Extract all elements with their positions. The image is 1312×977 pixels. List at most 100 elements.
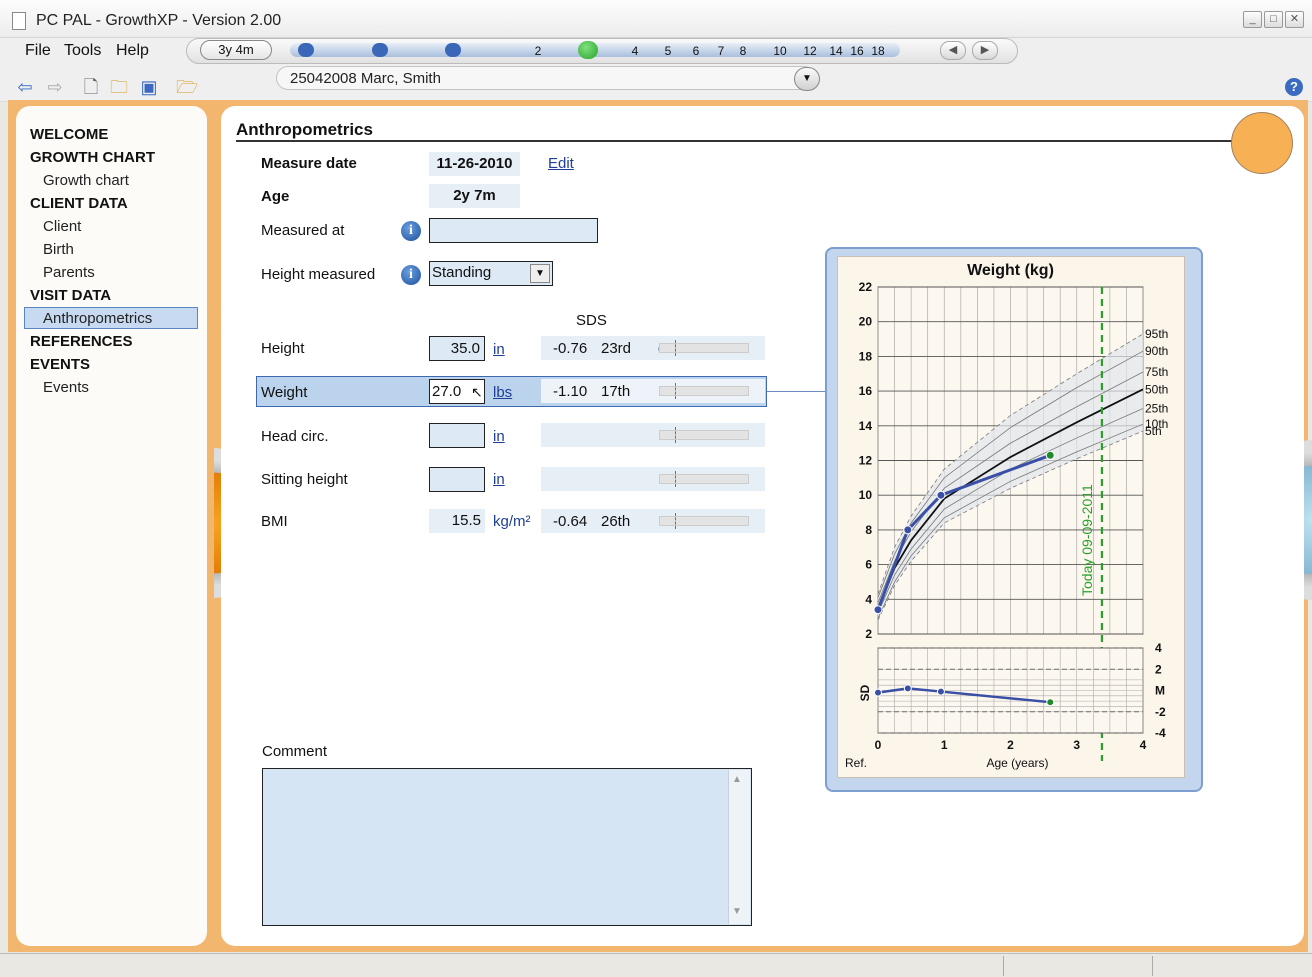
menu-file[interactable]: File xyxy=(25,42,51,60)
menu-help[interactable]: Help xyxy=(116,42,149,60)
maximize-button[interactable]: □ xyxy=(1264,11,1283,28)
timeline-prev-button[interactable]: ◀ xyxy=(940,41,966,60)
open-folder-icon[interactable]: 🗀 xyxy=(108,76,130,98)
sd-tick-label: -4 xyxy=(1155,726,1166,740)
timeline-next-button[interactable]: ▶ xyxy=(972,41,998,60)
sitting-height-input[interactable] xyxy=(429,467,485,492)
head-circ-sds-marker xyxy=(675,427,676,443)
timeline-visit-marker[interactable] xyxy=(371,43,388,57)
edit-date-link[interactable]: Edit xyxy=(548,155,574,172)
head-circ-sds-bar xyxy=(659,430,749,440)
percentile-label: 50th xyxy=(1145,382,1168,396)
sidebar-heading-growth-chart[interactable]: GROWTH CHART xyxy=(30,149,155,166)
child-weight-point xyxy=(873,605,883,615)
sidebar-item-events[interactable]: Events xyxy=(43,379,89,396)
bmi-sds-value: -0.64 xyxy=(553,513,588,530)
sidebar-item-client[interactable]: Client xyxy=(43,218,81,235)
forward-arrow-icon[interactable]: ⇨ xyxy=(44,76,66,98)
sidebar-heading-welcome[interactable]: WELCOME xyxy=(30,126,108,143)
sidebar-item-parents[interactable]: Parents xyxy=(43,264,95,281)
timeline-tick-label[interactable]: 2 xyxy=(521,44,555,58)
y-tick-label: 6 xyxy=(865,558,872,572)
window-title: PC PAL - GrowthXP - Version 2.00 xyxy=(36,12,282,29)
height-measured-label: Height measured xyxy=(261,266,376,283)
client-label: 25042008 Marc, Smith xyxy=(290,70,441,87)
y-tick-label: 2 xyxy=(865,627,872,641)
x-axis-label: Age (years) xyxy=(986,756,1048,770)
weight-unit-link[interactable]: lbs xyxy=(493,384,512,401)
sidebar-item-growth-chart[interactable]: Growth chart xyxy=(43,172,129,189)
y-tick-label: 16 xyxy=(859,384,873,398)
close-button[interactable]: ✕ xyxy=(1285,11,1304,28)
today-label: Today 09-09-2011 xyxy=(1079,484,1095,596)
scroll-up-icon[interactable]: ▲ xyxy=(732,774,742,785)
sitting-height-sds-marker xyxy=(675,471,676,487)
sidebar-item-birth[interactable]: Birth xyxy=(43,241,74,258)
percentile-label: 95th xyxy=(1145,327,1168,341)
timeline-visit-marker[interactable] xyxy=(445,43,461,57)
x-tick-label: 2 xyxy=(1007,738,1014,752)
timeline-tick-label[interactable]: 10 xyxy=(763,44,797,58)
minimize-button[interactable]: _ xyxy=(1243,11,1262,28)
timeline-tick-label[interactable]: 18 xyxy=(861,44,895,58)
save-icon[interactable]: ▣ xyxy=(138,76,160,98)
current-age-pill[interactable]: 3y 4m xyxy=(200,40,272,60)
measure-date-label: Measure date xyxy=(261,155,357,172)
timeline-visit-marker[interactable] xyxy=(298,43,314,57)
timeline-tick-label[interactable]: 8 xyxy=(726,44,760,58)
info-icon[interactable]: i xyxy=(401,265,421,285)
sd-tick-label: 2 xyxy=(1155,662,1162,676)
status-divider xyxy=(1003,956,1004,976)
height-sds-value: -0.76 xyxy=(553,340,588,357)
head-circ-label: Head circ. xyxy=(261,428,329,445)
weight-growth-chart[interactable]: 24681012141618202295th90th75th50th25th10… xyxy=(837,256,1185,778)
sd-tick-label: M xyxy=(1155,684,1165,698)
y-tick-label: 12 xyxy=(859,454,873,468)
height-unit-link[interactable]: in xyxy=(493,341,505,358)
new-document-icon[interactable]: 🗋 xyxy=(80,76,102,98)
y-tick-label: 4 xyxy=(865,592,872,606)
y-tick-label: 22 xyxy=(859,280,873,294)
height-measured-selected-value: Standing xyxy=(432,264,492,281)
weight-label: Weight xyxy=(261,384,308,401)
bmi-percentile: 26th xyxy=(601,513,631,530)
scroll-down-icon[interactable]: ▼ xyxy=(732,906,742,917)
measured-at-input[interactable] xyxy=(429,218,598,243)
back-arrow-icon[interactable]: ⇦ xyxy=(14,76,36,98)
menu-tools[interactable]: Tools xyxy=(64,42,101,60)
weight-sds-marker xyxy=(675,383,676,399)
sd-axis-label: SD xyxy=(858,684,872,701)
help-icon[interactable]: ? xyxy=(1285,78,1303,96)
chevron-down-icon[interactable]: ▼ xyxy=(530,264,550,283)
head-circ-input[interactable] xyxy=(429,423,485,448)
y-tick-label: 14 xyxy=(859,419,873,433)
sitting-height-unit-link[interactable]: in xyxy=(493,471,505,488)
export-folder-icon[interactable]: 🗁 xyxy=(176,76,198,98)
head-circ-unit-link[interactable]: in xyxy=(493,428,505,445)
client-dropdown-chevron-icon[interactable]: ▼ xyxy=(794,67,820,91)
height-label: Height xyxy=(261,340,305,357)
reference-label: Ref. xyxy=(845,756,867,770)
sidebar-heading-client-data[interactable]: CLIENT DATA xyxy=(30,195,128,212)
height-input[interactable]: 35.0 xyxy=(429,336,485,361)
measured-at-label: Measured at xyxy=(261,222,345,239)
timeline-tick-label[interactable]: 4 xyxy=(618,44,652,58)
x-tick-label: 3 xyxy=(1073,738,1080,752)
sidebar-heading-events[interactable]: EVENTS xyxy=(30,356,90,373)
timeline-current-marker[interactable] xyxy=(577,41,598,59)
measure-date-value: 11-26-2010 xyxy=(429,152,520,176)
child-weight-point xyxy=(936,490,946,500)
comment-scrollbar[interactable] xyxy=(728,770,750,924)
sidebar-heading-references[interactable]: REFERENCES xyxy=(30,333,133,350)
height-sds-marker xyxy=(675,340,676,356)
sds-header: SDS xyxy=(576,312,607,329)
y-tick-label: 18 xyxy=(859,349,873,363)
bmi-value: 15.5 xyxy=(429,509,485,533)
x-tick-label: 0 xyxy=(875,738,882,752)
sidebar-item-anthropometrics[interactable]: Anthropometrics xyxy=(43,310,152,327)
info-icon[interactable]: i xyxy=(401,221,421,241)
comment-textarea[interactable] xyxy=(262,768,752,926)
sidebar-heading-visit-data[interactable]: VISIT DATA xyxy=(30,287,111,304)
status-divider xyxy=(1152,956,1153,976)
title-divider xyxy=(236,140,1236,142)
